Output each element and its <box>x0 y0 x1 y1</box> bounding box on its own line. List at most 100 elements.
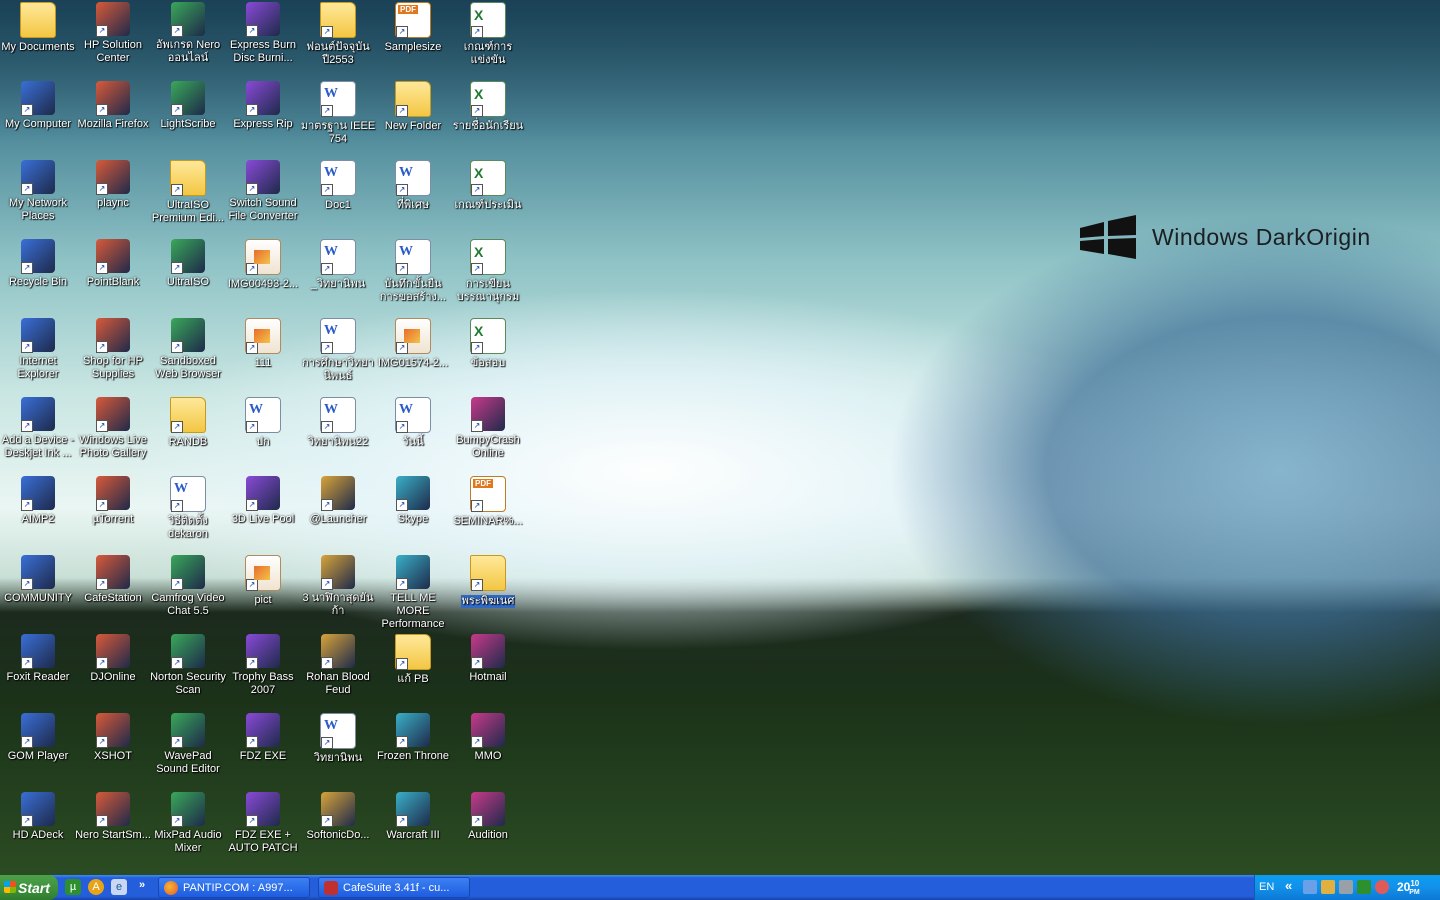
desktop-icon[interactable]: ↗ UltraISO <box>150 239 226 289</box>
desktop-icon[interactable]: ↗ Samplesize <box>375 2 451 54</box>
desktop-icon[interactable]: ↗ อัพเกรด Nero ออนไลน์ <box>150 2 226 65</box>
desktop-icon[interactable]: ↗ HD ADeck <box>0 792 76 842</box>
desktop-icon[interactable]: ↗ การเขียนบรรณานุกรม <box>450 239 526 304</box>
quicklaunch-utorrent-icon[interactable]: µ <box>65 879 81 895</box>
desktop-icon[interactable]: ↗ COMMUNITY <box>0 555 76 605</box>
desktop-icon[interactable]: ↗ Warcraft III <box>375 792 451 842</box>
shortcut-arrow-icon: ↗ <box>471 579 483 591</box>
quicklaunch-overflow-button[interactable]: » <box>134 877 150 893</box>
desktop-icon[interactable]: ↗ Express Rip <box>225 81 301 131</box>
desktop-icon[interactable]: ↗ @Launcher <box>300 476 376 526</box>
desktop-icon[interactable]: ↗ µTorrent <box>75 476 151 526</box>
desktop-icon[interactable]: ↗ UltraISO Premium Edi... <box>150 160 226 225</box>
volume-icon[interactable] <box>1339 880 1353 894</box>
messenger-icon[interactable] <box>1375 880 1389 894</box>
desktop-icon[interactable]: ↗ _วิทยานิพน <box>300 239 376 291</box>
desktop-icon[interactable]: ↗ FDZ EXE <box>225 713 301 763</box>
desktop-icon[interactable]: ↗ Mozilla Firefox <box>75 81 151 131</box>
desktop-icon[interactable]: ↗ WavePad Sound Editor <box>150 713 226 776</box>
desktop-icon[interactable]: ↗ HP Solution Center <box>75 2 151 65</box>
desktop-icon[interactable]: ↗ AIMP2 <box>0 476 76 526</box>
desktop-icon[interactable]: ↗ Camfrog Video Chat 5.5 <box>150 555 226 618</box>
desktop-icon[interactable]: ↗ SoftonicDo... <box>300 792 376 842</box>
desktop-icon[interactable]: ↗ เกณฑ์การแข่งขัน <box>450 2 526 67</box>
clock[interactable]: 2010PM <box>1397 879 1420 896</box>
desktop-icon[interactable]: ↗ XSHOT <box>75 713 151 763</box>
desktop[interactable]: Windows DarkOrigin My Documents ↗ HP Solut… <box>0 0 1440 875</box>
desktop-icon[interactable]: ↗ Switch Sound File Converter <box>225 160 301 223</box>
utorrent-tray-icon[interactable] <box>1357 880 1371 894</box>
desktop-icon[interactable]: ↗ มาตรฐาน IEEE 754 <box>300 81 376 146</box>
desktop-icon[interactable]: ↗ New Folder <box>375 81 451 133</box>
desktop-icon[interactable]: ↗ IMG01574-2... <box>375 318 451 370</box>
desktop-icon[interactable]: ↗ 3 นาฬิกาสุดยัน ก้า <box>300 555 376 618</box>
shortcut-arrow-icon: ↗ <box>321 184 333 196</box>
language-indicator[interactable]: EN <box>1259 881 1274 893</box>
desktop-icon[interactable]: ↗ plaync <box>75 160 151 210</box>
desktop-icon[interactable]: ↗ PointBlank <box>75 239 151 289</box>
taskbar-button-cafesuite[interactable]: CafeSuite 3.41f - cu... <box>318 877 470 898</box>
desktop-icon[interactable]: ↗ Internet Explorer <box>0 318 76 381</box>
quicklaunch-aimp-icon[interactable]: A <box>88 879 104 895</box>
desktop-icon[interactable]: ↗ IMG00493-2... <box>225 239 301 291</box>
desktop-icon[interactable]: ↗ ปก <box>225 397 301 449</box>
desktop-icon[interactable]: ↗ CafeStation <box>75 555 151 605</box>
desktop-icon[interactable]: ↗ ข้อสอบ <box>450 318 526 370</box>
desktop-icon[interactable]: ↗ BumpyCrash Online <box>450 397 526 460</box>
desktop-icon[interactable]: ↗ My Network Places <box>0 160 76 223</box>
desktop-icon[interactable]: ↗ Skype <box>375 476 451 526</box>
desktop-icon[interactable]: ↗ การศึกษาวิทยานิพนธ์ <box>300 318 376 383</box>
desktop-icon[interactable]: ↗ Foxit Reader <box>0 634 76 684</box>
desktop-icon[interactable]: ↗ My Computer <box>0 81 76 131</box>
desktop-icon[interactable]: ↗ Express Burn Disc Burni... <box>225 2 301 65</box>
desktop-icon[interactable]: ↗ Audition <box>450 792 526 842</box>
desktop-icon[interactable]: ↗ Hotmail <box>450 634 526 684</box>
desktop-icon[interactable]: ↗ รายชื่อนักเรียน <box>450 81 526 133</box>
desktop-icon[interactable]: ↗ Sandboxed Web Browser <box>150 318 226 381</box>
desktop-icon[interactable]: ↗ Add a Device - Deskjet Ink ... <box>0 397 76 460</box>
desktop-icon[interactable]: ↗ พระพิฆเนศ <box>450 555 526 609</box>
shortcut-arrow-icon: ↗ <box>471 263 483 275</box>
desktop-icon[interactable]: ↗ Windows Live Photo Gallery <box>75 397 151 460</box>
network-icon[interactable] <box>1303 880 1317 894</box>
taskbar-button-firefox[interactable]: PANTIP.COM : A997... <box>158 877 310 898</box>
desktop-icon[interactable]: ↗ วิทยานิพน22 <box>300 397 376 449</box>
desktop-icon[interactable]: ↗ Shop for HP Supplies <box>75 318 151 381</box>
desktop-icon[interactable]: ↗ Frozen Throne <box>375 713 451 763</box>
desktop-icon[interactable]: ↗ FDZ EXE + AUTO PATCH <box>225 792 301 855</box>
desktop-icon[interactable]: ↗ แก้ PB <box>375 634 451 686</box>
desktop-icon[interactable]: ↗ MixPad Audio Mixer <box>150 792 226 855</box>
desktop-icon[interactable]: ↗ เกณฑ์ประเมิน <box>450 160 526 212</box>
start-button[interactable]: Start <box>0 875 58 900</box>
desktop-icon[interactable]: ↗ วันนี้ <box>375 397 451 449</box>
desktop-icon[interactable]: ↗ Nero StartSm... <box>75 792 151 842</box>
desktop-icon[interactable]: ↗ 3D Live Pool <box>225 476 301 526</box>
desktop-icon[interactable]: ↗ Norton Security Scan <box>150 634 226 697</box>
rohan-icon: ↗ <box>321 634 355 669</box>
tray-expand-button[interactable]: « <box>1285 878 1299 893</box>
desktop-icon-label: Rohan Blood Feud <box>306 671 370 696</box>
desktop-icon[interactable]: ↗ DJOnline <box>75 634 151 684</box>
security-icon[interactable] <box>1321 880 1335 894</box>
desktop-icon[interactable]: ↗ GOM Player <box>0 713 76 763</box>
desktop-icon[interactable]: ↗ Recycle Bin <box>0 239 76 289</box>
desktop-icon[interactable]: ↗ RANDB <box>150 397 226 449</box>
desktop-icon[interactable]: ↗ ที่พิเศษ <box>375 160 451 212</box>
desktop-icon[interactable]: ↗ Doc1 <box>300 160 376 212</box>
desktop-icon[interactable]: ↗ บันทึกขั้นยืนการขอสร้าง... <box>375 239 451 304</box>
desktop-icon[interactable]: ↗ วิธีติดตั้ง dekaron <box>150 476 226 541</box>
desktop-icon[interactable]: ↗ วิทยานิพน <box>300 713 376 765</box>
desktop-icon[interactable]: ↗ LightScribe <box>150 81 226 131</box>
desktop-icon[interactable]: ↗ Trophy Bass 2007 <box>225 634 301 697</box>
lightscribe-icon: ↗ <box>171 81 205 116</box>
desktop-icon[interactable]: ↗ pict <box>225 555 301 607</box>
desktop-icon[interactable]: ↗ MMO <box>450 713 526 763</box>
quicklaunch-cafestation-icon[interactable]: e <box>111 879 127 895</box>
desktop-icon[interactable]: ↗ ฟอนต์ปัจจุบัน ปี2553 <box>300 2 376 67</box>
shortcut-arrow-icon: ↗ <box>246 342 258 354</box>
desktop-icon[interactable]: ↗ TELL ME MORE Performance <box>375 555 451 631</box>
desktop-icon[interactable]: My Documents <box>0 2 76 54</box>
desktop-icon[interactable]: ↗ SEMINAR%... <box>450 476 526 528</box>
desktop-icon[interactable]: ↗ Rohan Blood Feud <box>300 634 376 697</box>
desktop-icon[interactable]: ↗ 111 <box>225 318 301 370</box>
